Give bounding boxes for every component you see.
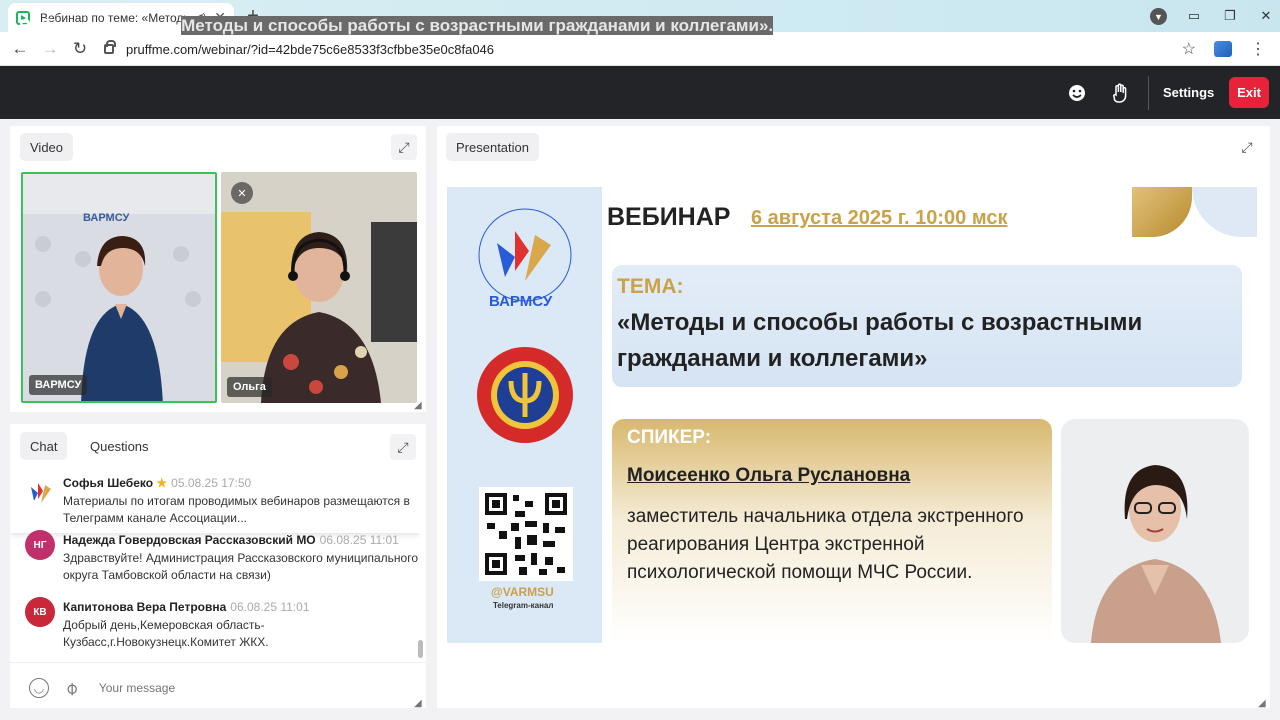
attachment-icon[interactable]: ⌀ (60, 677, 83, 700)
slide-corner-decoration-blue (1192, 187, 1257, 237)
webinar-title-prefix: Вебинар по теме: « (19, 16, 182, 35)
star-icon: ★ (156, 476, 168, 490)
hand-icon (1113, 83, 1127, 103)
slide-heading: ВЕБИНАР (607, 203, 731, 231)
resize-grip-icon[interactable]: ◢ (414, 400, 422, 411)
bookmark-star-icon[interactable]: ☆ (1182, 39, 1196, 59)
participant-name-varmsu: ВАРМСУ (29, 375, 88, 395)
tab-video[interactable]: Video (20, 133, 74, 161)
slide-topic-text: «Методы и способы работы с возрастными г… (617, 309, 1143, 372)
reload-icon[interactable]: ↻ (65, 39, 95, 59)
settings-button[interactable]: Settings (1155, 77, 1222, 108)
resize-grip-icon[interactable]: ◢ (1258, 698, 1266, 709)
emoji-reaction-button[interactable] (1060, 78, 1094, 108)
qr-handle: @VARMSU (491, 585, 554, 599)
speaker-photo (1061, 419, 1249, 643)
slide-logo-text: ВАРМСУ (489, 293, 553, 310)
chat-message: КВ Капитонова Вера Петровна 06.08.25 11:0… (10, 593, 420, 655)
chat-message: НГ Надежда Говердовская Рассказовский МО… (10, 530, 420, 593)
chat-message: Софья Шебеко ★ 05.08.25 17:50 Материалы п… (10, 471, 420, 533)
association-logo-avatar (25, 477, 55, 507)
olga-video-feed (221, 172, 417, 403)
lock-icon (104, 40, 116, 54)
tab-questions[interactable]: Questions (80, 432, 159, 460)
expand-presentation-icon[interactable]: ⤢ (1234, 134, 1260, 160)
forward-arrow-icon[interactable]: → (35, 39, 65, 59)
slide-speaker-role: заместитель начальника отдела экстренног… (627, 506, 1024, 583)
video-tile-varmsu[interactable]: ВАРМСУ ВАРМСУ (21, 172, 217, 403)
svg-text:ВАРМСУ: ВАРМСУ (83, 212, 129, 224)
chat-compose: ◡ ⌀ (10, 670, 426, 706)
minimize-icon[interactable]: ▭ (1176, 8, 1212, 24)
avatar: НГ (25, 530, 55, 560)
telegram-qr-code (479, 487, 573, 581)
url-field[interactable]: pruffme.com/webinar/?id=42bde75c6e8533f3… (104, 38, 1204, 60)
back-arrow-icon[interactable]: ← (5, 39, 35, 59)
varmsu-association-logo (478, 208, 572, 302)
chat-text: Добрый день,Кемеровская область-Кузбасс,… (63, 618, 269, 649)
muted-microphone-icon: ✕ (231, 182, 253, 204)
expand-video-icon[interactable]: ⤢ (391, 134, 417, 160)
raise-hand-button[interactable] (1104, 78, 1138, 108)
browser-menu-icon[interactable]: ⋮ (1250, 39, 1266, 59)
avatar: КВ (25, 597, 55, 627)
mchs-psychology-emblem (477, 347, 573, 443)
qr-caption: Telegram-канал (493, 601, 554, 610)
resize-grip-icon[interactable]: ◢ (414, 698, 422, 709)
chat-author: Надежда Говердовская Рассказовский МО 06.… (63, 533, 399, 547)
smiley-icon (1069, 85, 1085, 101)
chat-message-input[interactable] (98, 681, 349, 695)
webinar-title-highlight: Методы и способы работы с возрастными гр… (181, 16, 774, 35)
webinar-title: Вебинар по теме: «Методы и способы работ… (19, 16, 774, 36)
address-bar-actions: ☆ ⋮ (1182, 39, 1266, 59)
varmsu-logo-icon (31, 483, 51, 503)
url-text: pruffme.com/webinar/?id=42bde75c6e8533f3… (126, 41, 495, 57)
slide-speaker-label: СПИКЕР: (627, 427, 712, 448)
slide-topic-label: ТЕМА: (617, 275, 684, 298)
emoji-picker-icon[interactable]: ◡ (29, 678, 49, 698)
tab-presentation[interactable]: Presentation (446, 133, 539, 161)
profile-menu-icon[interactable]: ▼ (1150, 8, 1167, 25)
slide-date: 6 августа 2025 г. 10:00 мск (751, 207, 1008, 229)
chat-author: Софья Шебеко ★ 05.08.25 17:50 (63, 476, 252, 490)
chat-author: Капитонова Вера Петровна 06.08.25 11:01 (63, 600, 310, 614)
slide-corner-decoration (1132, 187, 1192, 237)
chat-message-list: Софья Шебеко ★ 05.08.25 17:50 Материалы п… (10, 471, 420, 659)
exit-button[interactable]: Exit (1229, 77, 1269, 108)
extension-icon[interactable] (1214, 41, 1232, 57)
chat-scrollbar[interactable] (418, 640, 423, 658)
chat-divider (10, 662, 426, 663)
slide-speaker-name: Моисеенко Ольга Руслановна (627, 465, 911, 486)
header-divider (1148, 76, 1149, 110)
expand-chat-icon[interactable]: ⤢ (390, 434, 416, 460)
window-controls: ▭ ❐ ✕ (1176, 0, 1280, 32)
participant-name-olga: Ольга (227, 377, 272, 397)
varmsu-video-feed: ВАРМСУ (23, 174, 215, 401)
video-tile-olga[interactable]: ✕ Ольга (221, 172, 417, 403)
browser-address-bar: ← → ↻ pruffme.com/webinar/?id=42bde75c6e… (0, 32, 1280, 66)
presentation-slide: ВАРМСУ @VARMSU Telegram-канал ВЕБИНАР 6 … (447, 187, 1257, 643)
chat-text: Здравствуйте! Администрация Рассказовско… (63, 551, 418, 582)
close-window-icon[interactable]: ✕ (1248, 8, 1280, 24)
tab-chat[interactable]: Chat (20, 432, 68, 460)
chat-text: Материалы по итогам проводимых вебинаров… (63, 494, 410, 525)
restore-icon[interactable]: ❐ (1212, 8, 1248, 24)
